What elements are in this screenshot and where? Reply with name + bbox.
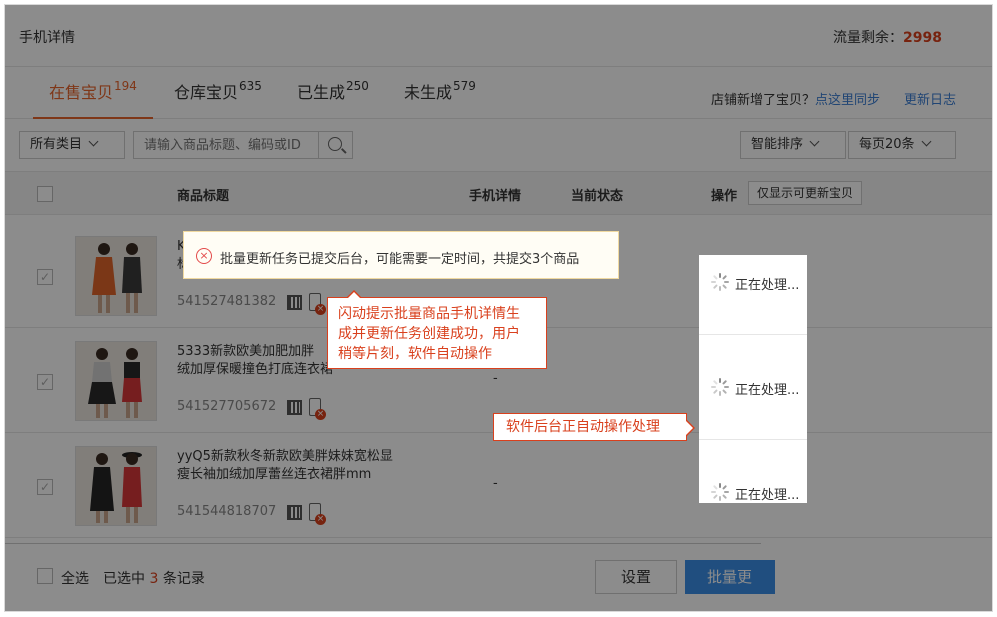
spinner-icon xyxy=(711,273,729,291)
status-text: 正在处理... xyxy=(735,383,800,398)
sync-text: 店铺新增了宝贝？ xyxy=(710,93,815,108)
toast-message: × 批量更新任务已提交后台，可能需要一定时间，共提交3个商品 xyxy=(183,231,619,279)
traffic-label: 流量剩余： xyxy=(833,30,904,46)
page-size-value: 每页20条 xyxy=(859,137,915,152)
status-text: 正在处理... xyxy=(735,278,800,293)
callout-line: 闪动提示批量商品手机详情生 xyxy=(338,306,520,322)
row-divider xyxy=(699,334,807,335)
settings-button[interactable]: 设置 xyxy=(595,560,677,594)
processing-status: 正在处理... xyxy=(699,378,807,398)
table-header: 商品标题 手机详情 当前状态 操作 仅显示可更新宝贝 xyxy=(5,171,992,215)
tab-label: 未生成 xyxy=(404,83,453,102)
detail-value: - xyxy=(493,476,498,491)
qrcode-icon[interactable] xyxy=(287,505,302,520)
tab-bar: 在售宝贝194 仓库宝贝635 已生成250 未生成579 店铺新增了宝贝？点这… xyxy=(5,67,992,119)
spinner-icon xyxy=(711,483,729,501)
tab-count: 635 xyxy=(239,79,262,93)
tab-not-generated[interactable]: 未生成579 xyxy=(388,79,492,119)
column-detail: 手机详情 xyxy=(469,189,522,204)
update-log-link[interactable]: 更新日志 xyxy=(904,89,956,108)
tab-label: 仓库宝贝 xyxy=(174,83,239,102)
row-checkbox[interactable]: ✓ xyxy=(37,269,53,285)
close-circle-icon[interactable]: × xyxy=(196,248,212,264)
product-title-line2: 瘦长袖加绒加厚蕾丝连衣裙胖mm xyxy=(177,467,372,482)
chevron-down-icon xyxy=(88,136,99,147)
page-header: 手机详情 流量剩余：2998 xyxy=(5,5,992,67)
traffic-remaining: 流量剩余：2998 xyxy=(833,27,942,47)
product-image xyxy=(75,236,157,316)
sync-notice: 店铺新增了宝贝？点这里同步 xyxy=(711,89,880,108)
search-icon xyxy=(328,137,342,151)
tab-label: 已生成 xyxy=(297,83,346,102)
traffic-value: 2998 xyxy=(903,30,942,46)
product-title[interactable]: yyQ5新款秋冬新款欧美胖妹妹宽松显 瘦长袖加绒加厚蕾丝连衣裙胖mm xyxy=(177,448,417,484)
product-id: 541544818707 xyxy=(177,504,277,519)
phone-delete-icon[interactable] xyxy=(309,503,326,525)
category-select[interactable]: 所有类目 xyxy=(19,131,125,159)
phone-delete-icon[interactable] xyxy=(309,293,326,315)
phone-delete-icon[interactable] xyxy=(309,398,326,420)
row-divider xyxy=(699,439,807,440)
tab-on-sale[interactable]: 在售宝贝194 xyxy=(33,79,153,119)
header-checkbox[interactable] xyxy=(37,186,53,202)
tab-count: 250 xyxy=(346,79,369,93)
select-all-label: 全选 xyxy=(61,571,89,587)
annotation-callout-processing: 软件后台正自动操作处理 xyxy=(493,413,695,441)
page-title: 手机详情 xyxy=(19,30,75,46)
annotation-callout-toast: 闪动提示批量商品手机详情生 成并更新任务创建成功，用户 稍等片刻，软件自动操作 xyxy=(327,290,547,369)
only-updatable-button[interactable]: 仅显示可更新宝贝 xyxy=(748,181,863,205)
search-input[interactable] xyxy=(133,131,319,159)
filter-bar: 所有类目 智能排序 每页20条 xyxy=(5,119,992,171)
product-id: 541527481382 xyxy=(177,294,277,309)
callout-line: 成并更新任务创建成功，用户 xyxy=(338,326,520,342)
row-checkbox[interactable]: ✓ xyxy=(37,374,53,390)
product-image xyxy=(75,341,157,421)
table-footer: 全选 已选中 3 条记录 设置 批量更 xyxy=(5,543,775,609)
tab-count: 194 xyxy=(114,79,137,93)
search-button[interactable] xyxy=(319,131,353,159)
tab-count: 579 xyxy=(453,79,476,93)
processing-status: 正在处理... xyxy=(699,483,807,503)
chevron-down-icon xyxy=(809,136,820,147)
page-size-select[interactable]: 每页20条 xyxy=(848,131,956,159)
selected-count-text: 已选中 3 条记录 xyxy=(103,568,205,588)
selected-suffix: 条记录 xyxy=(162,571,205,587)
chevron-down-icon xyxy=(921,136,931,147)
batch-update-button[interactable]: 批量更 xyxy=(685,560,775,594)
tab-warehouse[interactable]: 仓库宝贝635 xyxy=(158,79,278,119)
selected-count: 3 xyxy=(149,571,159,587)
app-window: 手机详情 流量剩余：2998 在售宝贝194 仓库宝贝635 已生成250 未生… xyxy=(4,4,993,612)
product-title-line1: yyQ5新款秋冬新款欧美胖妹妹宽松显 xyxy=(177,449,393,464)
product-id: 541527705672 xyxy=(177,399,277,414)
category-value: 所有类目 xyxy=(30,137,83,152)
detail-value: - xyxy=(493,371,498,386)
column-status: 当前状态 xyxy=(571,189,624,204)
qrcode-icon[interactable] xyxy=(287,400,302,415)
table-row: ✓ yyQ5新款秋冬新款欧美胖妹妹宽松显 瘦长袖加绒加厚蕾丝连衣裙胖mm 5415… xyxy=(5,434,992,538)
qrcode-icon[interactable] xyxy=(287,295,302,310)
tab-label: 在售宝贝 xyxy=(49,83,114,102)
status-text: 正在处理... xyxy=(735,488,800,503)
sort-value: 智能排序 xyxy=(751,137,804,152)
sync-link[interactable]: 点这里同步 xyxy=(815,93,880,108)
processing-status: 正在处理... xyxy=(699,273,807,293)
product-image xyxy=(75,446,157,526)
column-title: 商品标题 xyxy=(177,189,230,204)
tab-generated[interactable]: 已生成250 xyxy=(281,79,385,119)
callout-line: 稍等片刻，软件自动操作 xyxy=(338,346,492,362)
selected-prefix: 已选中 xyxy=(103,571,145,587)
toast-text: 批量更新任务已提交后台，可能需要一定时间，共提交3个商品 xyxy=(220,252,580,267)
select-all-checkbox[interactable] xyxy=(37,568,53,584)
row-checkbox[interactable]: ✓ xyxy=(37,479,53,495)
spinner-icon xyxy=(711,378,729,396)
column-op: 操作 xyxy=(711,189,738,204)
processing-column: 正在处理... 正在处理... 正在处理... xyxy=(699,255,807,503)
sort-select[interactable]: 智能排序 xyxy=(740,131,846,159)
